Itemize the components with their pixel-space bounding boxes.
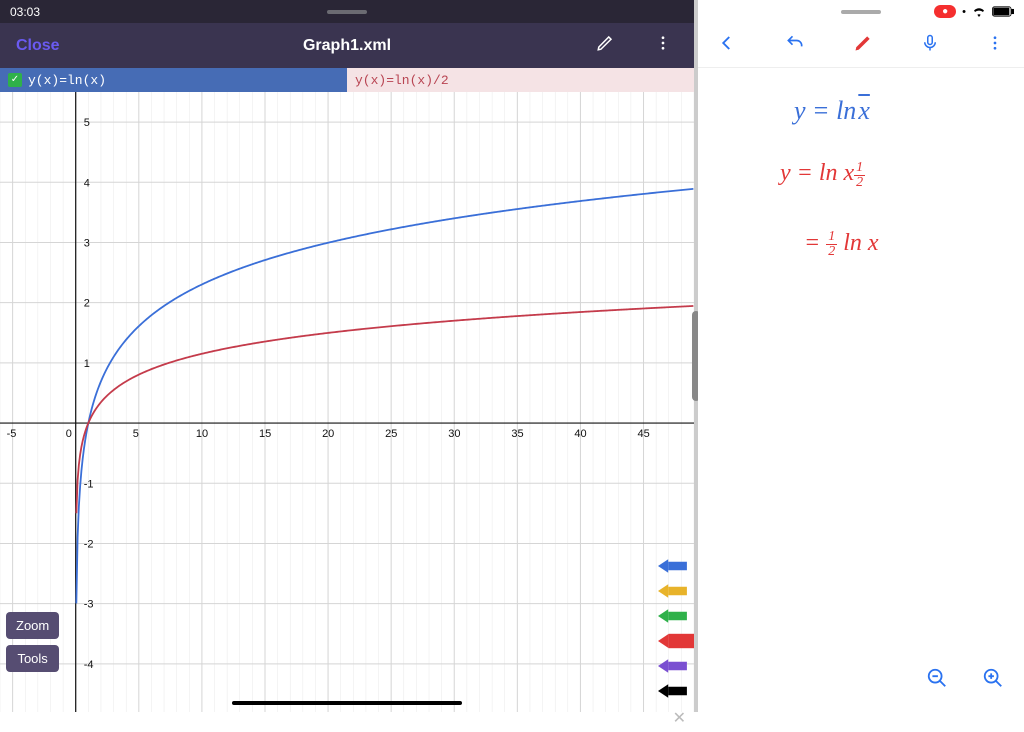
graph-app-pane: 03:03 Close Graph1.xml ✓ y(x)=ln(x) y(x)… [0, 0, 694, 712]
graph-svg: -5051015202530354045-4-3-2-112345 [0, 92, 694, 712]
tools-button[interactable]: Tools [6, 645, 59, 672]
zoom-in-icon[interactable] [976, 661, 1010, 700]
svg-text:15: 15 [259, 428, 271, 440]
graph-tools-group: Zoom Tools [6, 612, 59, 672]
close-palette-icon[interactable]: ✕ [665, 704, 694, 732]
svg-text:-4: -4 [84, 659, 94, 671]
svg-text:-3: -3 [84, 599, 94, 611]
handwritten-eq-1: y = lnx [794, 96, 870, 126]
multitask-handle-left[interactable] [327, 10, 367, 14]
svg-text:30: 30 [448, 428, 460, 440]
more-icon[interactable] [648, 28, 678, 63]
notes-canvas[interactable]: y = lnx y = ln x12 = 12 ln x [698, 68, 1024, 712]
pen-color-0[interactable] [658, 554, 694, 578]
zoom-button[interactable]: Zoom [6, 612, 59, 639]
edit-icon[interactable] [590, 28, 620, 63]
undo-icon[interactable] [778, 27, 812, 64]
title-bar: Close Graph1.xml [0, 23, 694, 68]
svg-text:-5: -5 [7, 428, 17, 440]
svg-text:-1: -1 [84, 478, 94, 490]
pen-icon[interactable] [847, 27, 879, 64]
svg-text:4: 4 [84, 177, 90, 189]
equation-tab-2[interactable]: y(x)=ln(x)/2 [347, 68, 694, 92]
recording-indicator[interactable]: ● [934, 5, 956, 18]
handwritten-eq-2: y = ln x12 [780, 160, 865, 190]
pen-color-5[interactable] [658, 679, 694, 703]
equation-tab-1[interactable]: ✓ y(x)=ln(x) [0, 68, 347, 92]
svg-text:2: 2 [84, 298, 90, 310]
equation-label: y(x)=ln(x)/2 [355, 73, 449, 88]
svg-text:-2: -2 [84, 538, 94, 550]
pen-color-3[interactable] [658, 629, 694, 653]
back-icon[interactable] [712, 28, 742, 63]
svg-text:5: 5 [133, 428, 139, 440]
orientation-lock-icon: • [962, 6, 966, 18]
notes-app-pane: ● • y = lnx y = ln x12 = 12 ln x [698, 0, 1024, 712]
svg-text:20: 20 [322, 428, 334, 440]
clock: 03:03 [10, 5, 40, 19]
pen-color-2[interactable] [658, 604, 694, 628]
zoom-out-icon[interactable] [920, 661, 954, 700]
close-button[interactable]: Close [0, 37, 76, 55]
svg-text:1: 1 [84, 358, 90, 370]
document-title: Graph1.xml [303, 37, 391, 55]
microphone-icon[interactable] [915, 27, 945, 64]
svg-text:5: 5 [84, 117, 90, 129]
equation-tabs: ✓ y(x)=ln(x) y(x)=ln(x)/2 [0, 68, 694, 92]
checkmark-icon: ✓ [8, 73, 22, 87]
status-bar-left: 03:03 [0, 0, 694, 23]
svg-text:3: 3 [84, 237, 90, 249]
notes-toolbar [698, 23, 1024, 68]
pen-color-1[interactable] [658, 579, 694, 603]
more-icon[interactable] [980, 28, 1010, 63]
svg-text:35: 35 [511, 428, 523, 440]
multitask-handle-right[interactable] [841, 10, 881, 14]
svg-text:45: 45 [638, 428, 650, 440]
bottom-zoom-tools [920, 661, 1010, 700]
svg-text:40: 40 [574, 428, 586, 440]
handwritten-eq-3: = 12 ln x [804, 230, 879, 259]
pen-palette: ✕ [658, 554, 694, 732]
equation-label: y(x)=ln(x) [28, 73, 106, 88]
svg-text:0: 0 [66, 428, 72, 440]
pen-color-4[interactable] [658, 654, 694, 678]
wifi-icon [972, 7, 986, 17]
home-indicator[interactable] [232, 701, 462, 705]
titlebar-actions [590, 28, 694, 63]
svg-text:10: 10 [196, 428, 208, 440]
status-bar-right: ● • [698, 0, 1024, 23]
battery-icon [992, 6, 1014, 17]
graph-canvas[interactable]: -5051015202530354045-4-3-2-112345 Zoom T… [0, 92, 694, 712]
svg-text:25: 25 [385, 428, 397, 440]
